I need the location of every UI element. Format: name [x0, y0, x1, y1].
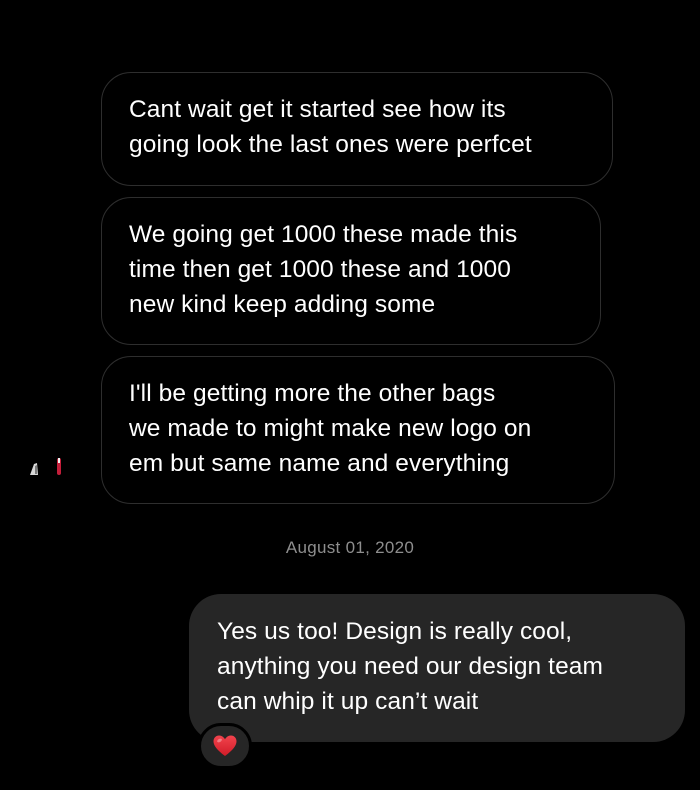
sent-message[interactable]: Yes us too! Design is really cool, anyth… — [189, 594, 685, 742]
message-reaction[interactable] — [198, 723, 252, 769]
heart-icon — [213, 735, 237, 756]
received-message[interactable]: We going get 1000 these made this time t… — [101, 197, 601, 345]
chat-thread: Cant wait get it started see how its goi… — [0, 0, 700, 790]
received-message[interactable]: Cant wait get it started see how its goi… — [101, 72, 613, 186]
received-message[interactable]: I'll be getting more the other bags we m… — [101, 356, 615, 504]
sender-avatar[interactable] — [27, 455, 67, 477]
date-separator: August 01, 2020 — [285, 538, 415, 557]
sender-avatar-image — [30, 458, 61, 475]
